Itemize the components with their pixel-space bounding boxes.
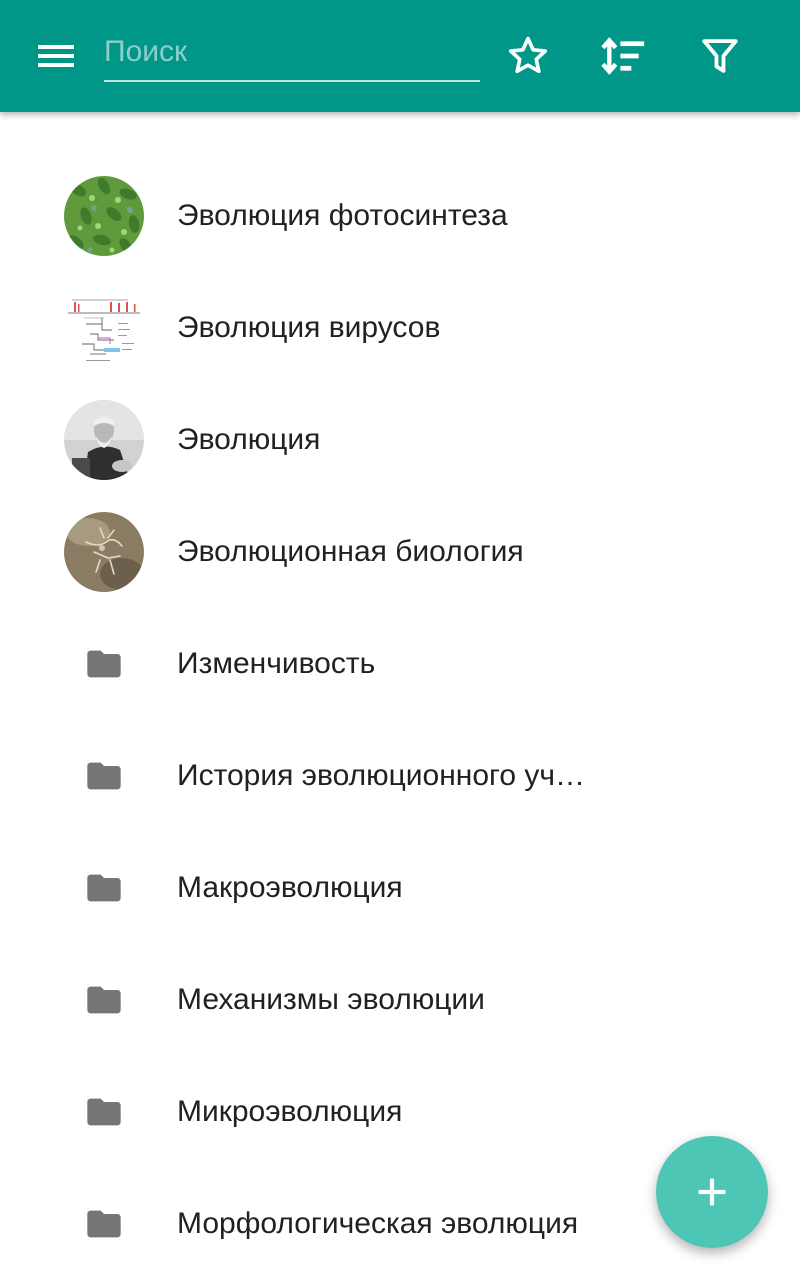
list-item[interactable]: Эволюция фотосинтеза bbox=[0, 160, 800, 272]
folder-icon bbox=[87, 874, 121, 902]
sort-icon bbox=[601, 37, 645, 75]
list-item-label: Эволюция фотосинтеза bbox=[177, 199, 508, 232]
photosynthesis-thumbnail bbox=[64, 176, 144, 256]
add-button[interactable] bbox=[656, 1136, 768, 1248]
item-list: Эволюция фотосинтеза Эволюция вирусов Эв… bbox=[0, 160, 800, 1280]
menu-line bbox=[38, 54, 74, 58]
list-item-label: Эволюционная биология bbox=[177, 535, 524, 568]
list-item[interactable]: Механизмы эволюции bbox=[0, 944, 800, 1056]
list-item-label: Эволюция bbox=[177, 423, 321, 456]
fossil-thumbnail bbox=[64, 512, 144, 592]
list-item-label: Эволюция вирусов bbox=[177, 311, 441, 344]
list-item[interactable]: История эволюционного уч… bbox=[0, 720, 800, 832]
list-item-label: Механизмы эволюции bbox=[177, 983, 485, 1016]
list-item-label: Макроэволюция bbox=[177, 871, 403, 904]
list-item[interactable]: Эволюция bbox=[0, 384, 800, 496]
menu-line bbox=[38, 45, 74, 49]
list-item[interactable]: Макроэволюция bbox=[0, 832, 800, 944]
filter-icon bbox=[702, 39, 738, 73]
search-input[interactable] bbox=[104, 24, 480, 82]
favorites-button[interactable] bbox=[492, 20, 564, 92]
plus-icon bbox=[698, 1178, 726, 1206]
app-bar bbox=[0, 0, 800, 112]
sort-button[interactable] bbox=[588, 20, 660, 92]
list-item-label: История эволюционного уч… bbox=[177, 759, 585, 792]
darwin-portrait-thumbnail bbox=[64, 400, 144, 480]
folder-icon bbox=[87, 762, 121, 790]
folder-icon bbox=[87, 650, 121, 678]
star-outline-icon bbox=[508, 36, 548, 74]
hamburger-menu-icon[interactable] bbox=[20, 20, 92, 92]
list-item[interactable]: Эволюция вирусов bbox=[0, 272, 800, 384]
menu-line bbox=[38, 63, 74, 67]
list-item-label: Микроэволюция bbox=[177, 1095, 403, 1128]
list-item-label: Изменчивость bbox=[177, 647, 376, 680]
folder-icon bbox=[87, 986, 121, 1014]
filter-button[interactable] bbox=[684, 20, 756, 92]
virus-diagram-thumbnail bbox=[64, 288, 144, 368]
folder-icon bbox=[87, 1098, 121, 1126]
list-item[interactable]: Эволюционная биология bbox=[0, 496, 800, 608]
list-item-label: Морфологическая эволюция bbox=[177, 1207, 579, 1240]
folder-icon bbox=[87, 1210, 121, 1238]
list-item[interactable]: Изменчивость bbox=[0, 608, 800, 720]
